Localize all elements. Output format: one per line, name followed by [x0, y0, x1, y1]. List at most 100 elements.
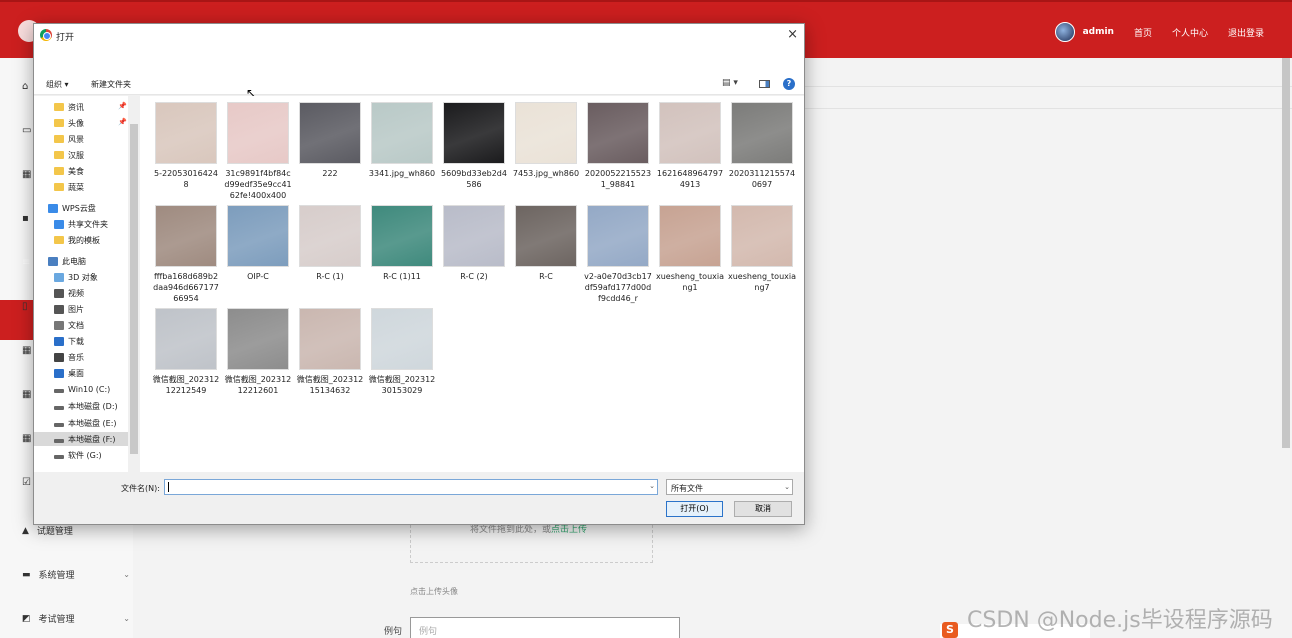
- image-thumbnail: [227, 102, 289, 164]
- nav-item[interactable]: 本地磁盘 (E:): [54, 416, 117, 430]
- file-item[interactable]: 7453.jpg_wh860: [512, 102, 580, 179]
- new-folder-button[interactable]: 新建文件夹: [91, 79, 131, 90]
- nav-item[interactable]: 我的模板: [54, 233, 100, 247]
- file-item[interactable]: 222: [296, 102, 364, 179]
- file-item[interactable]: R-C: [512, 205, 580, 282]
- nav-item[interactable]: 风景: [54, 132, 84, 146]
- sidebar-item-exams[interactable]: ◩ 考试管理 ⌄: [22, 612, 130, 626]
- chevron-down-icon[interactable]: ⌄: [649, 482, 655, 490]
- file-item[interactable]: 20200522155231_98841: [584, 102, 652, 190]
- nav-item-label: 本地磁盘 (D:): [68, 401, 118, 411]
- file-item[interactable]: v2-a0e70d3cb17df59afd177d00df9cdd46_r: [584, 205, 652, 304]
- file-item[interactable]: R-C (2): [440, 205, 508, 282]
- pin-icon[interactable]: 📌: [118, 118, 127, 126]
- divider: [805, 108, 1292, 109]
- nav-item[interactable]: 本地磁盘 (D:): [54, 399, 118, 413]
- briefcase-icon[interactable]: ▪: [22, 214, 32, 224]
- nav-item[interactable]: 共享文件夹: [54, 217, 108, 231]
- chevron-down-icon[interactable]: ⌄: [784, 483, 790, 491]
- grid-icon[interactable]: ▦: [22, 434, 32, 444]
- nav-item[interactable]: 3D 对象: [54, 270, 98, 284]
- username[interactable]: admin: [1083, 27, 1114, 37]
- page-scrollbar[interactable]: [1282, 58, 1290, 448]
- menu-icon[interactable]: ≡: [22, 258, 32, 268]
- sidebar-item-system[interactable]: ▬ 系统管理 ⌄: [22, 568, 130, 582]
- file-item[interactable]: 微信截图_20231215134632: [296, 308, 364, 396]
- checkbox-icon[interactable]: ☑: [22, 478, 32, 488]
- file-item[interactable]: xuesheng_touxiang7: [728, 205, 796, 293]
- drive-icon: [54, 422, 64, 427]
- file-item[interactable]: R-C (1)11: [368, 205, 436, 282]
- organize-button[interactable]: 组织 ▾: [46, 79, 69, 90]
- upload-link[interactable]: 点击上传: [551, 525, 587, 535]
- example-input[interactable]: 例句: [410, 617, 680, 638]
- help-icon[interactable]: ?: [783, 78, 795, 90]
- header-nav: admin 首页 个人中心 退出登录: [1054, 22, 1264, 42]
- dialog-footer: 文件名(N): ⌄ 所有文件 ⌄ 打开(O) 取消: [34, 472, 804, 524]
- home-link[interactable]: 首页: [1134, 26, 1152, 39]
- sogou-ime-icon[interactable]: S: [942, 622, 958, 638]
- profile-link[interactable]: 个人中心: [1172, 26, 1208, 39]
- logout-link[interactable]: 退出登录: [1228, 26, 1264, 39]
- file-item[interactable]: 微信截图_20231230153029: [368, 308, 436, 396]
- nav-item[interactable]: 音乐: [54, 350, 84, 364]
- nav-item[interactable]: 下载: [54, 334, 84, 348]
- folder-icon: [54, 135, 64, 143]
- file-item[interactable]: 5609bd33eb2d4586: [440, 102, 508, 190]
- view-options-icon[interactable]: ▤ ▾: [722, 78, 744, 90]
- address-bar[interactable]: [34, 47, 804, 73]
- nav-item[interactable]: 文档: [54, 318, 84, 332]
- open-file-dialog: 打开 × 组织 ▾ 新建文件夹 ▤ ▾ ? ↖ 资讯 📌 头像 📌 风景 汉服 美食 蔬菜 WP…: [33, 23, 805, 525]
- book-icon[interactable]: ▯: [22, 302, 32, 312]
- nav-item-label: 视频: [68, 288, 84, 298]
- nav-item[interactable]: Win10 (C:): [54, 382, 110, 396]
- cancel-button[interactable]: 取消: [734, 501, 792, 517]
- file-item[interactable]: 微信截图_20231212212549: [152, 308, 220, 396]
- nav-item[interactable]: 资讯: [54, 100, 84, 114]
- nav-item[interactable]: 蔬菜: [54, 180, 84, 194]
- nav-item[interactable]: 桌面: [54, 366, 84, 380]
- grid-icon[interactable]: ▦: [22, 346, 32, 356]
- avatar[interactable]: [1054, 22, 1075, 42]
- filename-input[interactable]: ⌄: [164, 479, 658, 495]
- nav-item[interactable]: 美食: [54, 164, 84, 178]
- nav-item-label: 本地磁盘 (F:): [68, 434, 116, 444]
- file-item[interactable]: 微信截图_20231212212601: [224, 308, 292, 396]
- pin-icon[interactable]: 📌: [118, 102, 127, 110]
- file-item[interactable]: 20203112155740697: [728, 102, 796, 190]
- nav-item[interactable]: 图片: [54, 302, 84, 316]
- image-thumbnail: [515, 205, 577, 267]
- open-button[interactable]: 打开(O): [666, 501, 723, 517]
- nav-item[interactable]: 此电脑: [48, 254, 86, 268]
- nav-item-label: WPS云盘: [62, 203, 96, 213]
- nav-item[interactable]: WPS云盘: [48, 201, 96, 215]
- file-name: R-C (1)11: [383, 272, 421, 281]
- nav-item[interactable]: 软件 (G:): [54, 448, 102, 462]
- file-item[interactable]: 31c9891f4bf84cd99edf35e9cc4162fe!400x400: [224, 102, 292, 201]
- sidebar-item-questions[interactable]: ▲ 试题管理: [22, 524, 130, 538]
- home-icon[interactable]: ⌂: [22, 82, 32, 92]
- window-icon[interactable]: ▭: [22, 126, 32, 136]
- nav-item[interactable]: 汉服: [54, 148, 84, 162]
- example-label: 例句: [384, 627, 403, 637]
- dialog-titlebar[interactable]: 打开 ×: [34, 24, 804, 47]
- nav-scrollbar-thumb[interactable]: [130, 124, 138, 454]
- nav-item[interactable]: 本地磁盘 (F:): [34, 432, 129, 446]
- music-icon: [54, 352, 64, 362]
- nav-item[interactable]: 头像: [54, 116, 84, 130]
- file-item[interactable]: 3341.jpg_wh860: [368, 102, 436, 179]
- file-item[interactable]: R-C (1): [296, 205, 364, 282]
- file-type-select[interactable]: 所有文件 ⌄: [666, 479, 793, 495]
- image-thumbnail: [155, 102, 217, 164]
- file-item[interactable]: xuesheng_touxiang1: [656, 205, 724, 293]
- grid-icon[interactable]: ▦: [22, 390, 32, 400]
- file-item[interactable]: fffba168d689b2daa946d66717766954: [152, 205, 220, 304]
- file-item[interactable]: 5-220530164248: [152, 102, 220, 190]
- file-item[interactable]: OIP-C: [224, 205, 292, 282]
- nav-item[interactable]: 视频: [54, 286, 84, 300]
- drive-icon: [54, 388, 64, 393]
- close-icon[interactable]: ×: [787, 27, 798, 42]
- preview-pane-icon[interactable]: [759, 80, 770, 88]
- file-item[interactable]: 1621648964797 4913: [656, 102, 724, 190]
- grid-icon[interactable]: ▦: [22, 170, 32, 180]
